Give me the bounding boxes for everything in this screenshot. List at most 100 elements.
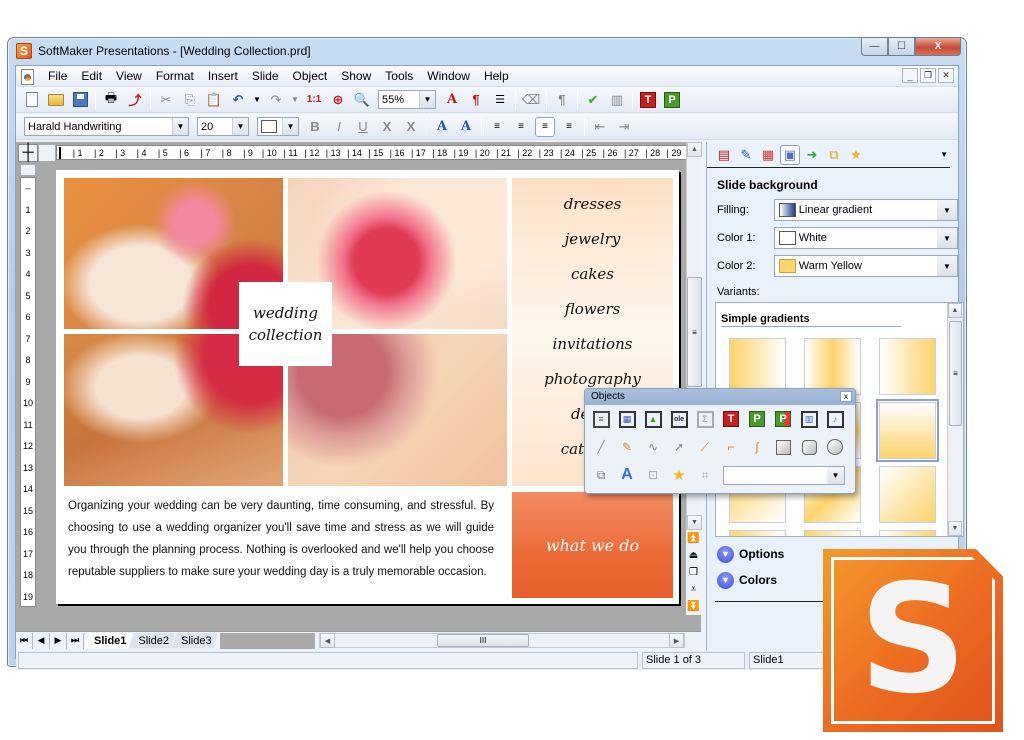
textframe-icon[interactable]: ≡ (591, 409, 611, 429)
tab-slide3[interactable]: Slide3 (171, 633, 218, 649)
slide-design-icon[interactable]: ✎ (736, 145, 756, 165)
cta-box[interactable]: what we do (512, 492, 673, 598)
slide-overview-icon[interactable]: ❐ (686, 564, 701, 581)
sound-icon[interactable]: ♪ (825, 409, 845, 429)
autoshape-icon[interactable]: ⧉ (591, 465, 611, 485)
tab-slide1[interactable]: Slide1 (84, 633, 132, 649)
objects-toolbar-title[interactable]: Objects x (585, 389, 855, 405)
doc-restore-button[interactable]: ❐ (920, 68, 936, 83)
menu-insert[interactable]: Insert (201, 66, 245, 87)
double-strikethrough-button[interactable]: X (401, 117, 421, 137)
open-folder-icon[interactable] (46, 90, 66, 110)
ruler-crosshair-icon[interactable]: ┼ (18, 144, 38, 162)
menu-edit[interactable]: Edit (74, 66, 109, 87)
superscript-button[interactable]: A (432, 117, 452, 137)
gradient-variant[interactable] (879, 466, 936, 523)
format-painter-icon[interactable]: ⌫ (521, 90, 541, 110)
chevron-down-icon[interactable]: ▼ (827, 466, 844, 484)
textmaker-icon[interactable]: T (638, 90, 658, 110)
scroll-left-icon[interactable]: ◀ (320, 633, 335, 648)
color2-dropdown[interactable]: Warm Yellow ▼ (773, 255, 958, 277)
subscript-button[interactable]: A (456, 117, 476, 137)
slide-body-text[interactable]: Organizing your wedding can be very daun… (68, 495, 494, 583)
scroll-down-icon[interactable]: ▼ (948, 521, 962, 536)
color-scheme-icon[interactable]: ▦ (758, 145, 778, 165)
prev-tab-icon[interactable]: ◀ (33, 632, 50, 649)
print-icon[interactable]: 🖶 (101, 90, 121, 110)
decrease-indent-icon[interactable]: ⇤ (590, 117, 610, 137)
gradient-variant[interactable] (879, 338, 936, 395)
menu-window[interactable]: Window (420, 66, 477, 87)
new-document-icon[interactable] (22, 90, 42, 110)
maximize-button[interactable]: ☐ (888, 38, 915, 56)
textart-icon[interactable]: A (617, 465, 637, 485)
chevron-down-icon[interactable]: ▼ (937, 256, 957, 276)
actual-size-icon[interactable]: 1:1 (304, 90, 324, 110)
connector-curved-icon[interactable]: ∫ (747, 437, 767, 457)
picture-icon[interactable]: ▲ (643, 409, 663, 429)
vertical-ruler[interactable]: –1234567891011121314151617181920 (20, 177, 36, 607)
menu-show[interactable]: Show (334, 66, 378, 87)
objects-toolbar[interactable]: Objects x ≡ ▦ ▲ ole Σ T P P ▥ ♪ ╱ ✎ ∿ ➚ … (584, 388, 856, 494)
next-tab-icon[interactable]: ▶ (50, 632, 67, 649)
next-slide-icon[interactable]: ⩡ (686, 581, 701, 598)
chevron-down-icon[interactable]: ▼ (232, 118, 248, 135)
undo-dropdown-icon[interactable]: ▼ (252, 90, 262, 110)
paragraph-format-icon[interactable]: ¶ (466, 90, 486, 110)
variants-scrollbar[interactable]: ▲ ≡ ▼ (947, 303, 963, 536)
previous-slide-icon[interactable]: ⏏ (686, 547, 701, 564)
document-icon[interactable] (19, 68, 35, 85)
connector-elbow-icon[interactable]: ⌐ (721, 437, 741, 457)
effect-star-icon[interactable]: ★ (669, 465, 689, 485)
scroll-right-icon[interactable]: ▶ (669, 633, 684, 648)
character-format-icon[interactable]: A (442, 90, 462, 110)
color1-dropdown[interactable]: White ▼ (773, 227, 958, 249)
redo-dropdown-icon[interactable]: ▼ (290, 90, 300, 110)
zoom-icon[interactable]: 🔍 (352, 90, 372, 110)
horizontal-ruler[interactable]: | 1 | 2 | 3 | 4 | 5 | 6 | 7 | 8 | 9 | 10 | 11 | 12 |… (56, 145, 693, 160)
slide-title-box[interactable]: wedding collection (239, 282, 332, 366)
gradient-variant[interactable] (804, 530, 861, 536)
animation-icon[interactable]: ⧉ (824, 145, 844, 165)
textmaker-object-icon[interactable]: T (721, 409, 741, 429)
align-left-icon[interactable]: ≡ (487, 117, 507, 137)
formula-icon[interactable]: Σ (695, 409, 715, 429)
export-pdf-icon[interactable]: ⤴ (125, 90, 145, 110)
minimize-button[interactable]: — (861, 38, 888, 56)
first-tab-icon[interactable]: ⏮ (16, 632, 33, 649)
redo-icon[interactable]: ↷ (266, 90, 286, 110)
italic-button[interactable]: I (329, 117, 349, 137)
expand-icon[interactable]: ▼ (717, 571, 734, 589)
last-slide-icon[interactable]: ⏬ (686, 598, 701, 615)
video-icon[interactable]: ▥ (799, 409, 819, 429)
menu-view[interactable]: View (109, 66, 149, 87)
planmaker-icon[interactable]: P (662, 90, 682, 110)
scroll-down-icon[interactable]: ▼ (687, 515, 702, 530)
save-icon[interactable] (70, 90, 90, 110)
first-slide-icon[interactable]: ⏫ (686, 530, 701, 547)
doc-minimize-button[interactable]: _ (902, 68, 918, 83)
spell-check-icon[interactable]: ✔ (583, 90, 603, 110)
gradient-variant[interactable] (804, 338, 861, 395)
effects-star-icon[interactable]: ★ (846, 145, 866, 165)
sidebar-menu-chevron-icon[interactable]: ▼ (940, 150, 948, 159)
menu-tools[interactable]: Tools (378, 66, 420, 87)
placeholder-icon[interactable]: ⌗ (695, 465, 715, 485)
numbering-icon[interactable]: ☰ (490, 90, 510, 110)
menu-help[interactable]: Help (477, 66, 516, 87)
menu-format[interactable]: Format (149, 66, 201, 87)
gradient-variant[interactable] (729, 530, 786, 536)
line-icon[interactable]: ╱ (591, 437, 611, 457)
chart-icon[interactable]: ▥ (607, 90, 627, 110)
slide-canvas[interactable]: wedding collection dresses jewelry cakes… (56, 170, 679, 604)
ellipse-icon[interactable] (825, 437, 845, 457)
menu-file[interactable]: File (41, 66, 74, 87)
rounded-rectangle-icon[interactable] (799, 437, 819, 457)
chevron-down-icon[interactable]: ▼ (937, 200, 957, 220)
zoom-combo[interactable]: 55% ▼ (378, 90, 436, 109)
justify-icon[interactable]: ≡ (559, 117, 579, 137)
chevron-down-icon[interactable]: ▼ (419, 91, 435, 108)
align-right-icon[interactable]: ≡ (511, 117, 531, 137)
slide-background-icon[interactable]: ▣ (780, 144, 800, 165)
slide-transition-icon[interactable]: ➜ (802, 145, 822, 165)
